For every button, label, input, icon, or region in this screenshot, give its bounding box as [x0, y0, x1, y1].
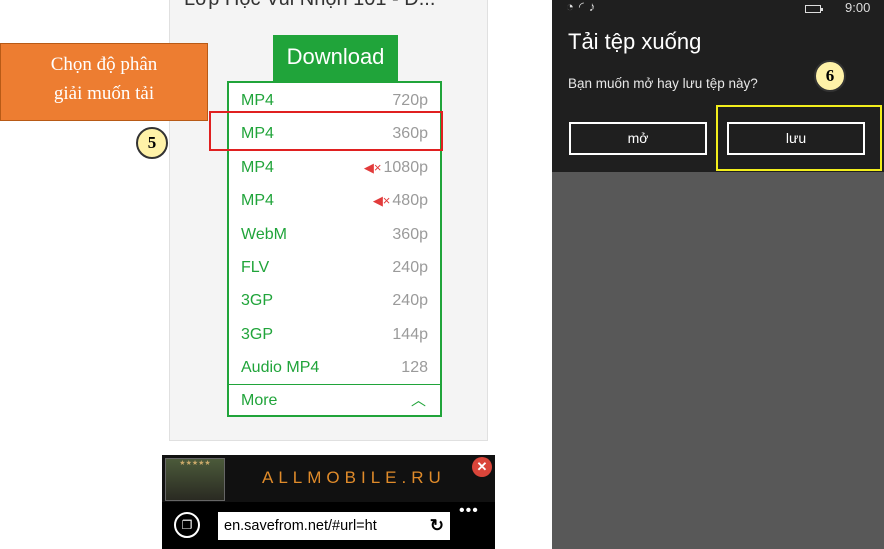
format-name: MP4 [241, 192, 274, 210]
resolution-text: 360p [392, 225, 428, 243]
tabs-icon[interactable]: ❐ [174, 512, 200, 538]
ad-text: ALLMOBILE.RU [262, 468, 446, 487]
format-resolution: 144p [392, 318, 428, 351]
format-resolution: ◀× 480p [373, 184, 428, 217]
more-label: More [241, 392, 278, 409]
format-row[interactable]: MP4 ◀× 1080p [229, 151, 440, 184]
save-button-highlight [716, 105, 882, 171]
battery-icon [805, 5, 823, 13]
resolution-text: 1080p [383, 158, 429, 176]
selected-format-highlight [209, 111, 443, 151]
format-resolution: 360p [392, 218, 428, 251]
step-5-badge: 5 [136, 127, 168, 159]
close-icon[interactable]: ✕ [472, 457, 492, 477]
format-name: WebM [241, 225, 287, 243]
url-text: en.savefrom.net/#url=ht [224, 518, 377, 534]
chevron-up-icon: ︿ [410, 392, 426, 409]
more-options-icon[interactable]: ••• [459, 502, 479, 520]
format-row[interactable]: 3GP 144p [229, 318, 440, 351]
callout-line-2: giải muốn tải [53, 83, 155, 104]
download-button[interactable]: Download [273, 35, 398, 81]
browser-screen: Lớp Học Vui Nhộn 101 - D... Download Mor… [162, 0, 495, 549]
reload-icon[interactable]: ↻ [430, 512, 444, 540]
resolution-text: 144p [392, 325, 428, 343]
instruction-callout: Chọn độ phân giải muốn tải [0, 43, 208, 121]
format-row[interactable]: Audio MP4 128 [229, 351, 440, 384]
resolution-text: 720p [392, 92, 428, 109]
step-6-badge: 6 [814, 60, 846, 92]
format-resolution: 240p [392, 251, 428, 284]
muted-audio-icon: ◀× [372, 193, 391, 209]
callout-line-1: Chọn độ phân [50, 54, 158, 75]
format-row[interactable]: 3GP 240p [229, 284, 440, 317]
resolution-text: 240p [392, 259, 428, 276]
format-resolution: 128 [401, 351, 428, 384]
video-title: Lớp Học Vui Nhộn 101 - D... [184, 0, 484, 11]
format-resolution: ◀× 1080p [364, 151, 428, 184]
more-toggle[interactable]: More ︿ [229, 384, 440, 418]
url-input[interactable]: en.savefrom.net/#url=ht ↻ [218, 512, 450, 540]
resolution-text: 128 [401, 359, 428, 377]
format-name: 3GP [241, 325, 274, 343]
status-icons: ◔◜♪ [566, 0, 601, 14]
format-name: Audio MP4 [241, 359, 320, 377]
dialog-title: Tải tệp xuống [568, 29, 702, 54]
format-row[interactable]: FLV 240p [229, 251, 440, 284]
resolution-text: 240p [392, 292, 428, 310]
resolution-text: 480p [392, 192, 428, 210]
ad-thumbnail: ★★★★★ [165, 458, 225, 501]
format-name: FLV [241, 259, 270, 276]
ad-banner[interactable]: ★★★★★ ALLMOBILE.RU ✕ [162, 455, 495, 502]
muted-audio-icon: ◀× [363, 159, 382, 175]
address-bar: ❐ en.savefrom.net/#url=ht ↻ ••• [162, 502, 495, 549]
status-bar: ◔◜♪ 9:00 [552, 0, 884, 20]
open-button[interactable]: mở [569, 122, 707, 155]
dialog-message: Bạn muốn mở hay lưu tệp này? [568, 76, 758, 91]
format-name: MP4 [241, 158, 274, 176]
format-row[interactable]: MP4 ◀× 480p [229, 184, 440, 217]
format-name: 3GP [241, 292, 274, 310]
format-resolution: 240p [392, 284, 428, 317]
status-time: 9:00 [845, 0, 871, 15]
download-card: Lớp Học Vui Nhộn 101 - D... Download Mor… [169, 0, 488, 441]
format-row[interactable]: WebM 360p [229, 218, 440, 251]
